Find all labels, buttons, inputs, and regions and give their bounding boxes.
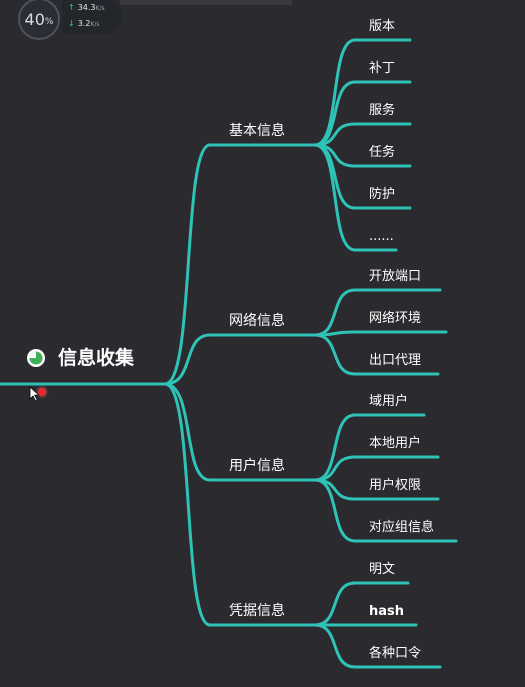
leaf-label[interactable]: 各种口令 — [369, 647, 421, 660]
leaf-label[interactable]: 本地用户 — [369, 437, 421, 450]
leaf-label[interactable]: 开放端口 — [369, 270, 421, 283]
leaf-connector — [313, 288, 357, 337]
leaf-label[interactable]: ...... — [369, 230, 394, 243]
leaf-label[interactable]: 域用户 — [369, 395, 408, 408]
root-topic[interactable]: 信息收集 — [58, 349, 134, 368]
pie-progress-icon — [27, 349, 45, 367]
mindmap-connectors — [0, 38, 458, 669]
leaf-label[interactable]: 补丁 — [369, 62, 395, 75]
leaf-label[interactable]: 服务 — [369, 104, 395, 117]
leaf-connector — [313, 581, 357, 627]
leaf-label[interactable]: 版本 — [369, 20, 395, 33]
leaf-label[interactable]: 出口代理 — [369, 354, 421, 367]
branch-label[interactable]: 用户信息 — [229, 459, 285, 473]
leaf-connector — [313, 38, 357, 147]
leaf-label[interactable]: 防护 — [369, 188, 395, 201]
recording-dot-icon — [38, 388, 46, 396]
branch-label[interactable]: 基本信息 — [229, 124, 285, 138]
leaf-label[interactable]: 任务 — [369, 146, 395, 159]
branch-label[interactable]: 网络信息 — [229, 314, 285, 328]
leaf-connector — [313, 623, 357, 669]
leaf-connector — [313, 333, 357, 376]
leaf-connector — [313, 143, 357, 252]
branch-label[interactable]: 凭据信息 — [229, 604, 285, 618]
leaf-connector — [313, 455, 357, 482]
leaf-label[interactable]: 用户权限 — [369, 479, 421, 492]
leaf-label[interactable]: 明文 — [369, 563, 395, 576]
leaf-label[interactable]: 网络环境 — [369, 312, 421, 325]
branch-connector — [163, 382, 212, 482]
leaf-label[interactable]: 对应组信息 — [369, 521, 434, 534]
branch-connector — [163, 143, 212, 386]
leaf-label[interactable]: hash — [369, 605, 404, 618]
